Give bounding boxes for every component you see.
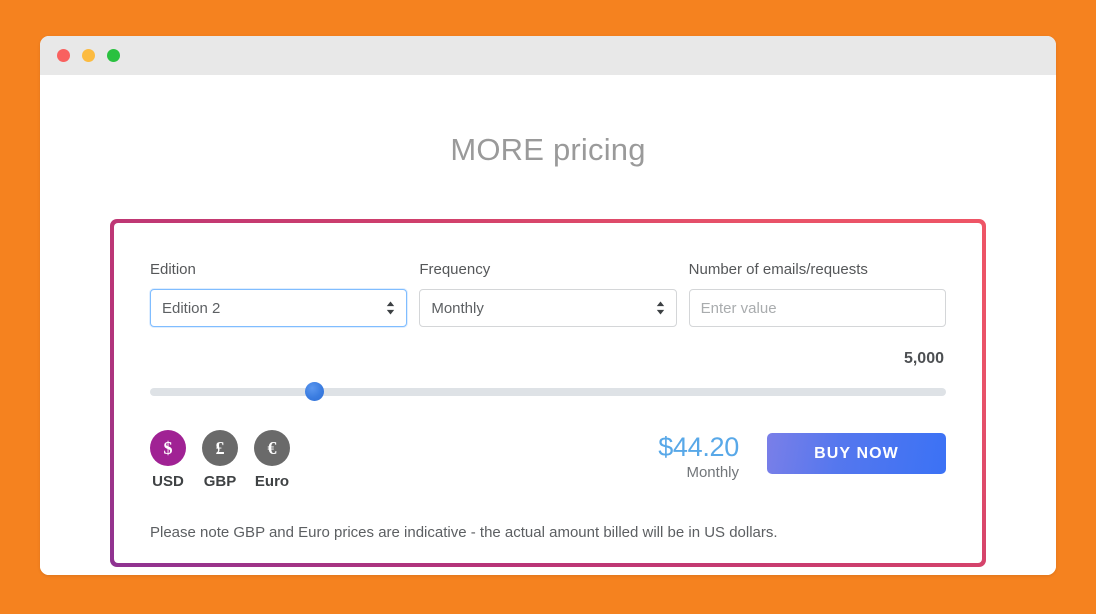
form-row: Edition Edition 2 Frequency Monthly Numb… xyxy=(150,261,946,327)
edition-select[interactable]: Edition 2 xyxy=(150,289,408,327)
price-display: $44.20 Monthly xyxy=(658,430,739,482)
slider-track[interactable] xyxy=(150,388,946,396)
minimize-button[interactable] xyxy=(82,49,95,62)
number-label: Number of emails/requests xyxy=(688,261,868,278)
pound-icon: £ xyxy=(202,430,238,466)
edition-select-wrap: Edition 2 xyxy=(150,289,408,327)
currency-label-euro: Euro xyxy=(254,473,290,490)
currency-label-usd: USD xyxy=(152,473,184,490)
quantity-slider[interactable] xyxy=(150,382,946,401)
number-input[interactable] xyxy=(688,289,946,327)
pricing-panel-inner: Edition Edition 2 Frequency Monthly Numb… xyxy=(114,223,982,563)
slider-value-label: 5,000 xyxy=(903,350,944,367)
currency-option-usd[interactable]: $ USD xyxy=(150,430,186,490)
frequency-label: Frequency xyxy=(419,261,491,278)
edition-label: Edition xyxy=(150,261,196,278)
window-titlebar xyxy=(40,36,1056,75)
price-amount: $44.20 xyxy=(658,432,739,462)
purchase-row: $ USD £ GBP € Euro $44.20 Monthly BUY NO… xyxy=(150,430,946,490)
currency-selector: $ USD £ GBP € Euro xyxy=(150,430,290,490)
frequency-select[interactable]: Monthly xyxy=(419,289,677,327)
currency-disclaimer-note: Please note GBP and Euro prices are indi… xyxy=(150,524,778,541)
number-field-group: Number of emails/requests xyxy=(688,261,946,327)
window-content: MORE pricing Edition Edition 2 Frequency… xyxy=(40,75,1056,575)
currency-label-gbp: GBP xyxy=(203,473,237,490)
page-title: MORE pricing xyxy=(450,132,646,167)
pricing-panel: Edition Edition 2 Frequency Monthly Numb… xyxy=(110,219,986,567)
browser-window: MORE pricing Edition Edition 2 Frequency… xyxy=(40,36,1056,575)
buy-now-button[interactable]: BUY NOW xyxy=(767,433,946,474)
currency-option-euro[interactable]: € Euro xyxy=(254,430,290,490)
close-button[interactable] xyxy=(57,49,70,62)
maximize-button[interactable] xyxy=(107,49,120,62)
frequency-field-group: Frequency Monthly xyxy=(419,261,677,327)
currency-option-gbp[interactable]: £ GBP xyxy=(202,430,238,490)
slider-thumb[interactable] xyxy=(304,382,324,401)
euro-icon: € xyxy=(254,430,290,466)
price-period: Monthly xyxy=(686,464,739,482)
dollar-icon: $ xyxy=(150,430,186,466)
frequency-select-wrap: Monthly xyxy=(419,289,677,327)
edition-field-group: Edition Edition 2 xyxy=(150,261,408,327)
